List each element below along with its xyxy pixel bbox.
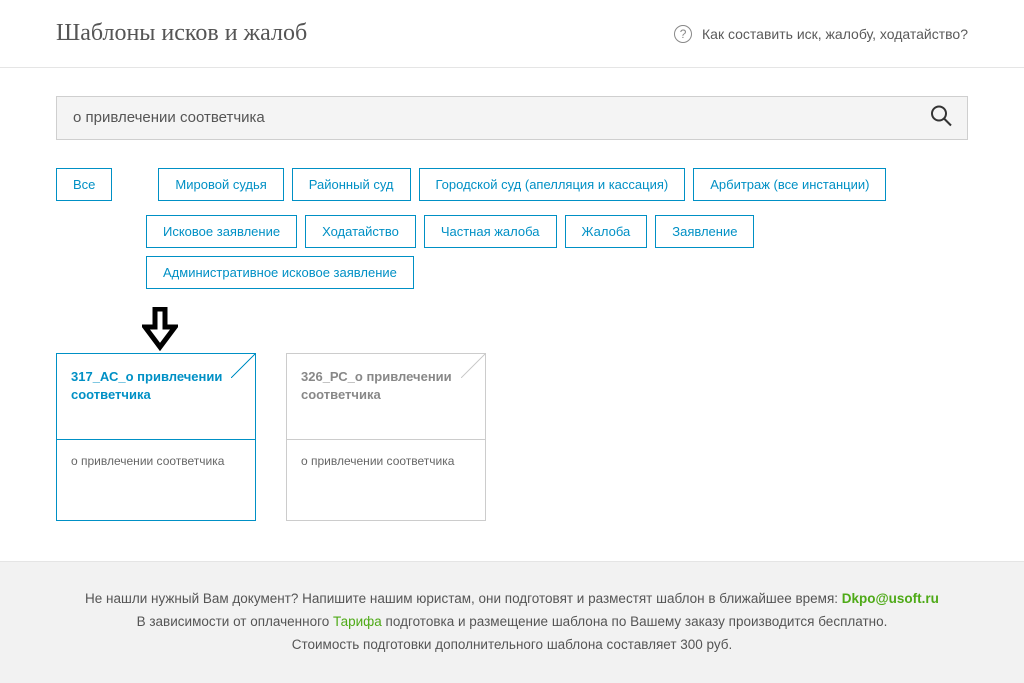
help-link[interactable]: ? Как составить иск, жалобу, ходатайство… [674, 25, 968, 43]
page-title: Шаблоны исков и жалоб [56, 20, 307, 47]
help-link-text: Как составить иск, жалобу, ходатайство? [702, 26, 968, 42]
doc-card-top: 317_АС_о привлечении соответчика [57, 354, 255, 440]
filter-all[interactable]: Все [56, 168, 112, 201]
filter-gorodskoy[interactable]: Городской суд (апелляция и кассация) [419, 168, 686, 201]
filter-iskovoe[interactable]: Исковое заявление [146, 215, 297, 248]
question-icon: ? [674, 25, 692, 43]
filter-arbitrazh[interactable]: Арбитраж (все инстанции) [693, 168, 886, 201]
filter-hodataystvo[interactable]: Ходатайство [305, 215, 416, 248]
footer-tariff-link[interactable]: Тарифа [333, 614, 382, 629]
doc-title: 317_АС_о привлечении соответчика [71, 368, 227, 404]
search-icon[interactable] [929, 104, 953, 133]
filter-row-2: Исковое заявление Ходатайство Частная жа… [146, 215, 968, 289]
doc-card[interactable]: 326_РС_о привлечении соответчика о привл… [286, 353, 486, 521]
filter-rayonny[interactable]: Районный суд [292, 168, 411, 201]
footer-line-1: Не нашли нужный Вам документ? Напишите н… [30, 588, 994, 611]
search-box [56, 96, 968, 140]
footer-text: В зависимости от оплаченного [137, 614, 333, 629]
page-footer: Не нашли нужный Вам документ? Напишите н… [0, 561, 1024, 683]
filter-zhaloba[interactable]: Жалоба [565, 215, 648, 248]
footer-text: подготовка и размещение шаблона по Вашем… [382, 614, 888, 629]
filter-admin-iskovoe[interactable]: Административное исковое заявление [146, 256, 414, 289]
doc-title: 326_РС_о привлечении соответчика [301, 368, 457, 404]
results-list: 317_АС_о привлечении соответчика о привл… [56, 353, 968, 561]
footer-text: Не нашли нужный Вам документ? Напишите н… [85, 591, 842, 606]
footer-email[interactable]: Dkpo@usoft.ru [842, 591, 939, 606]
arrow-down-icon [142, 307, 178, 356]
content-area: Все Мировой судья Районный суд Городской… [0, 68, 1024, 561]
filter-zayavlenie[interactable]: Заявление [655, 215, 754, 248]
filter-mirovoy[interactable]: Мировой судья [158, 168, 283, 201]
doc-card[interactable]: 317_АС_о привлечении соответчика о привл… [56, 353, 256, 521]
doc-card-top: 326_РС_о привлечении соответчика [287, 354, 485, 440]
doc-card-bottom: о привлечении соответчика [57, 440, 255, 520]
footer-line-3: Стоимость подготовки дополнительного шаб… [30, 634, 994, 657]
search-input[interactable] [73, 109, 917, 126]
filter-row-1: Все Мировой судья Районный суд Городской… [56, 168, 968, 201]
doc-card-bottom: о привлечении соответчика [287, 440, 485, 520]
page-header: Шаблоны исков и жалоб ? Как составить ис… [0, 0, 1024, 68]
doc-desc: о привлечении соответчика [71, 454, 241, 468]
doc-desc: о привлечении соответчика [301, 454, 471, 468]
filter-chastnaya[interactable]: Частная жалоба [424, 215, 557, 248]
footer-line-2: В зависимости от оплаченного Тарифа подг… [30, 611, 994, 634]
